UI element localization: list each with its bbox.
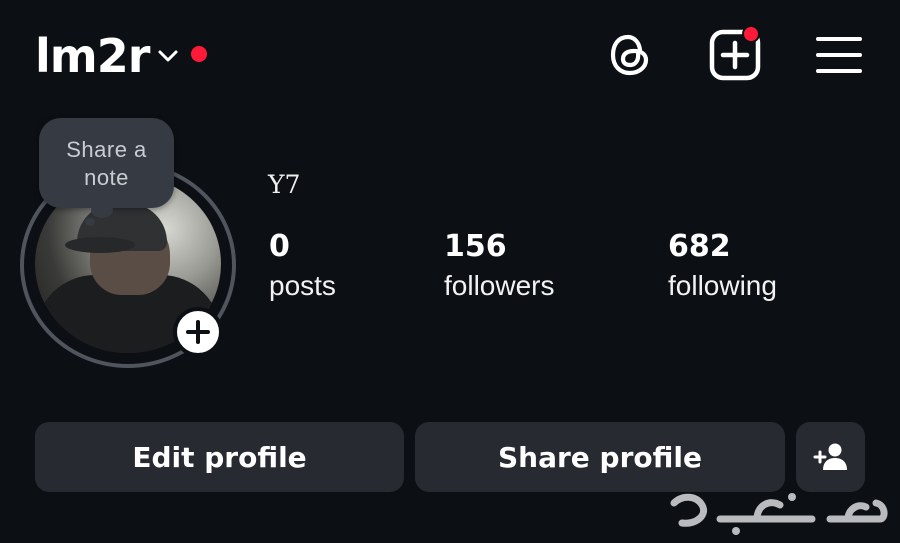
posts-stat[interactable]: 0 posts <box>269 228 336 306</box>
note-prompt-line2: note <box>84 165 129 190</box>
following-count: 682 <box>668 229 731 264</box>
posts-count: 0 <box>269 229 290 264</box>
following-stat[interactable]: 682 following <box>668 228 777 306</box>
followers-count: 156 <box>444 229 507 264</box>
posts-label: posts <box>269 270 336 301</box>
username-title[interactable]: lm2r <box>35 28 150 84</box>
profile-header: lm2r <box>0 0 900 110</box>
followers-label: followers <box>444 270 555 301</box>
notification-dot <box>191 46 207 62</box>
plus-icon <box>186 320 210 344</box>
edit-profile-button[interactable]: Edit profile <box>35 422 404 492</box>
discover-people-button[interactable] <box>796 422 865 492</box>
bubble-tail <box>91 202 113 218</box>
share-note-bubble[interactable]: Share a note <box>39 118 174 226</box>
threads-icon[interactable] <box>606 30 656 80</box>
chevron-down-icon[interactable] <box>155 43 181 69</box>
add-user-icon <box>813 443 847 470</box>
display-name: Y7 <box>268 170 301 199</box>
new-post-notification-dot <box>742 25 760 43</box>
followers-stat[interactable]: 156 followers <box>444 228 554 306</box>
menu-icon[interactable] <box>815 34 863 76</box>
watermark-logo <box>670 493 888 535</box>
avatar-cap-brim <box>65 237 135 253</box>
add-story-button[interactable] <box>173 307 223 357</box>
note-prompt-line1: Share a <box>66 137 147 162</box>
share-profile-button[interactable]: Share profile <box>415 422 785 492</box>
bubble-tail-small <box>85 218 95 226</box>
following-label: following <box>668 270 777 301</box>
